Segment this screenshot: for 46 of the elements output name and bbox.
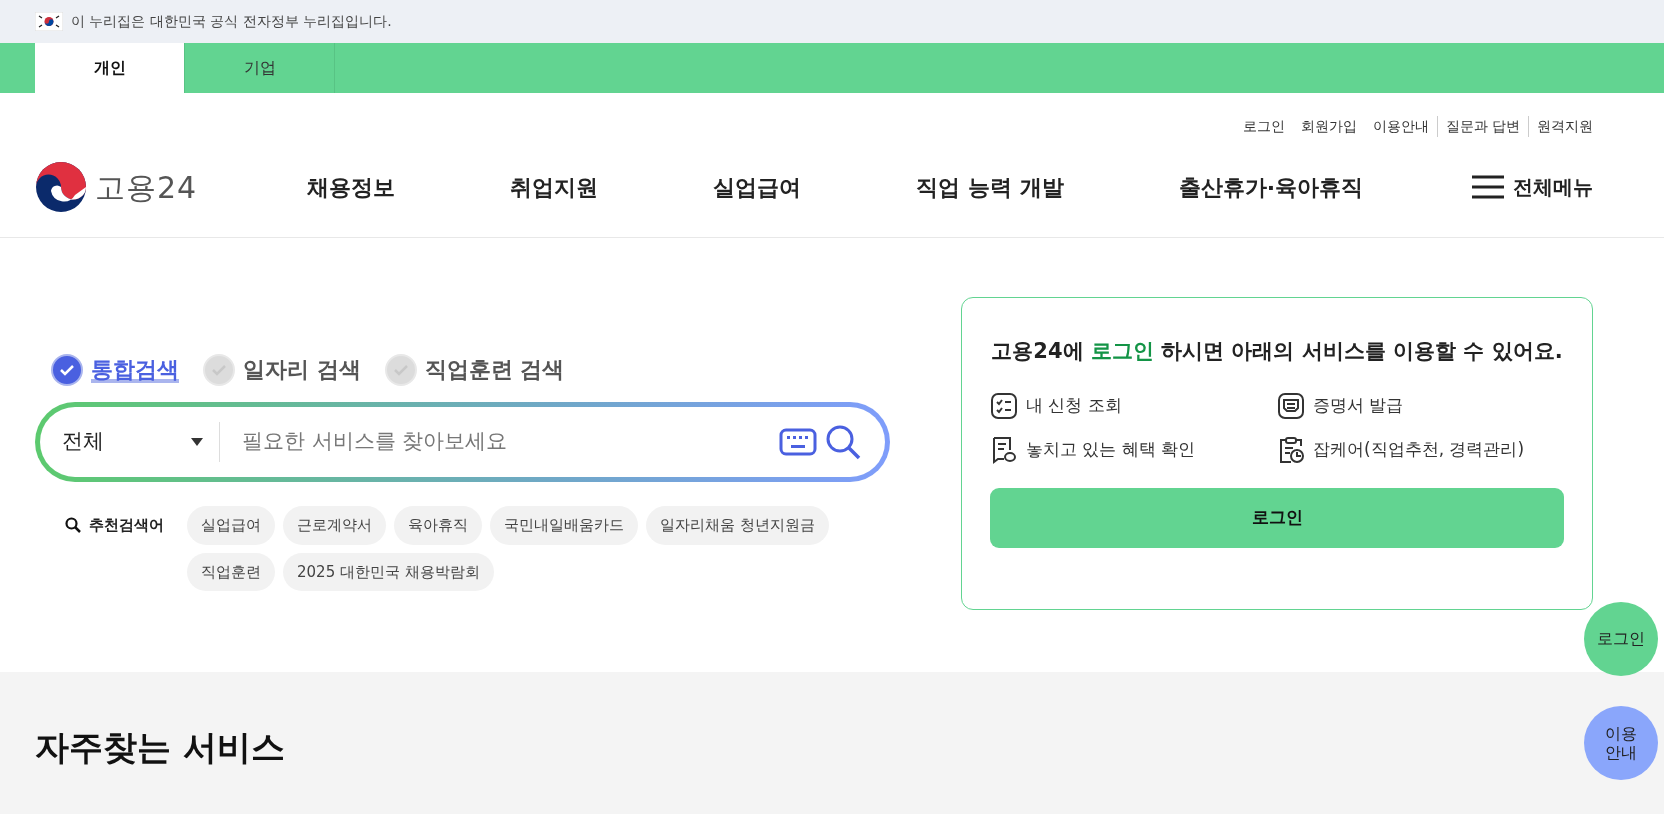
all-menu-button[interactable]: 전체메뉴 <box>1471 172 1593 202</box>
keyword-chip[interactable]: 실업급여 <box>187 506 275 545</box>
nav-link[interactable]: 실업급여 <box>713 170 802 204</box>
service-label: 내 신청 조회 <box>1026 393 1122 417</box>
nav-link[interactable]: 출산휴가·육아휴직 <box>1178 170 1363 204</box>
login-button[interactable]: 로그인 <box>990 487 1564 548</box>
section-heading: 자주찾는 서비스 <box>35 727 286 768</box>
nav-link[interactable]: 취업지원 <box>510 170 599 204</box>
checklist-icon <box>990 391 1018 420</box>
document-icon <box>990 435 1018 464</box>
keyword-chip[interactable]: 육아휴직 <box>394 506 482 545</box>
utility-link[interactable]: 질문과 답변 <box>1436 116 1520 137</box>
keyword-chip[interactable]: 근로계약서 <box>283 506 386 545</box>
keyword-chip[interactable]: 일자리채움 청년지원금 <box>646 506 829 545</box>
search-tab[interactable]: 일자리 검색 <box>243 353 361 386</box>
service-label: 놓치고 있는 혜택 확인 <box>1026 437 1196 461</box>
floating-button[interactable]: 로그인 <box>1584 602 1658 676</box>
search-icon[interactable] <box>825 424 861 460</box>
search-tab[interactable]: 직업훈련 검색 <box>424 353 565 386</box>
clipboard-icon <box>1277 435 1305 464</box>
flag-icon <box>35 12 63 31</box>
service-label: 잡케어(직업추천, 경력관리) <box>1313 437 1525 461</box>
nav-link[interactable]: 채용정보 <box>307 170 395 204</box>
search-tab[interactable]: 통합검색 <box>91 353 179 386</box>
menu-icon <box>1471 174 1505 200</box>
search-icon <box>65 517 81 534</box>
keyword-chip[interactable]: 2025 대한민국 채용박람회 <box>283 552 494 591</box>
caret-icon <box>191 438 203 446</box>
utility-link[interactable]: 원격지원 <box>1528 116 1593 137</box>
notice-text: 이 누리집은 대한민국 공식 전자정부 누리집입니다. <box>71 12 392 31</box>
keyword-chip[interactable]: 국민내일배움카드 <box>490 506 638 545</box>
user-tab[interactable]: 개인 <box>35 43 185 93</box>
certificate-icon <box>1277 391 1305 420</box>
utility-link[interactable]: 이용안내 <box>1364 116 1429 137</box>
user-tab[interactable]: 기업 <box>185 43 335 93</box>
card-title: 고용24에 로그인 하시면 아래의 서비스를 이용할 수 있어요. <box>990 338 1564 365</box>
category-dropdown[interactable]: 전체 <box>40 422 220 462</box>
utility-link[interactable]: 회원가입 <box>1292 116 1357 137</box>
nav-link[interactable]: 직업 능력 개발 <box>916 170 1064 204</box>
keyboard-icon[interactable] <box>779 428 817 456</box>
recommended-label: 추천검색어 <box>89 515 164 536</box>
utility-link[interactable]: 로그인 <box>1234 116 1285 137</box>
service-label: 증명서 발급 <box>1313 393 1404 417</box>
keyword-chip[interactable]: 직업훈련 <box>187 552 275 591</box>
logo-icon <box>35 161 87 213</box>
logo-text[interactable]: 고용24 <box>95 164 198 210</box>
